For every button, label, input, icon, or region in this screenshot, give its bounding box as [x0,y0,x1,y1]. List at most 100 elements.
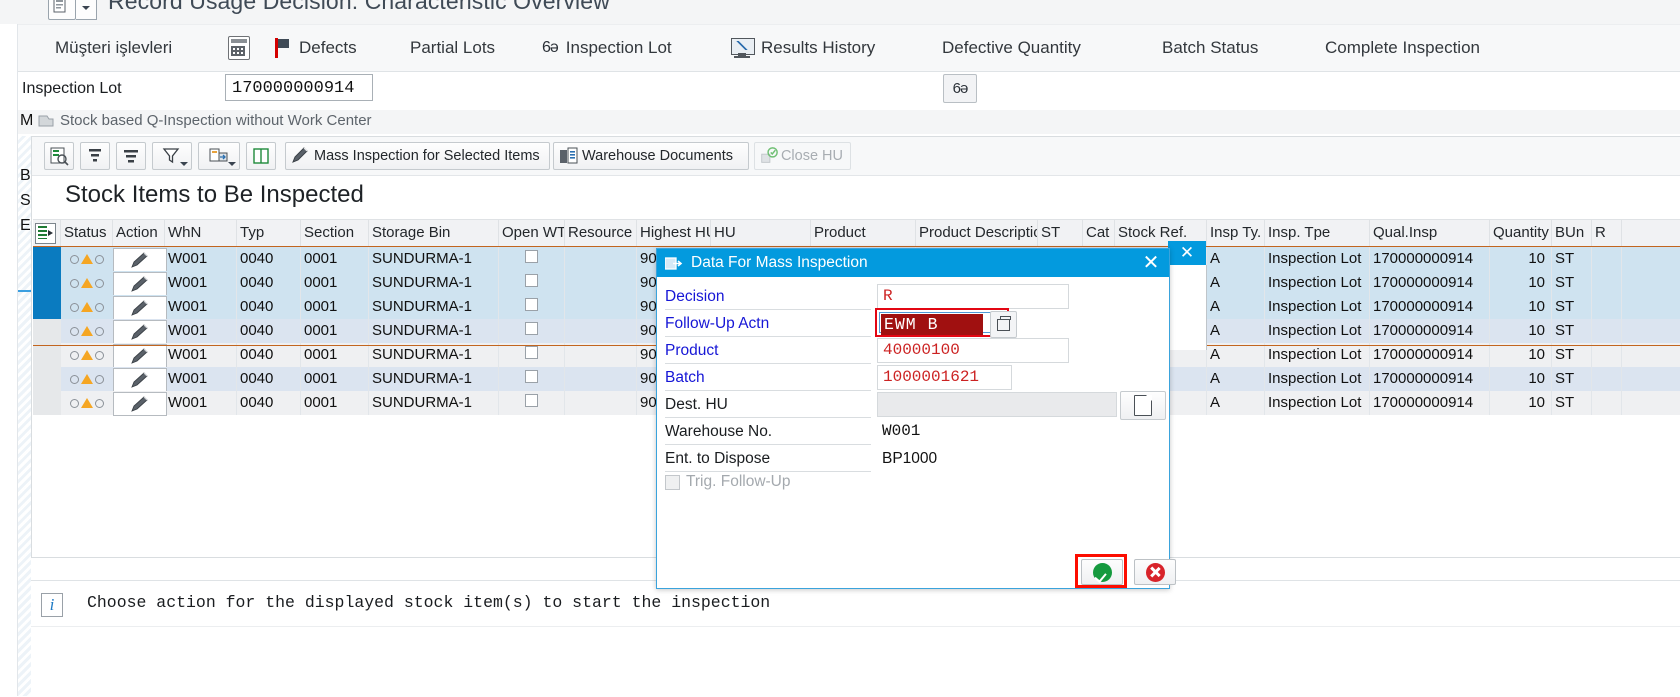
column-header-status[interactable]: Status [61,220,113,246]
row-select-marker[interactable] [33,247,61,271]
mass-inspection-button[interactable]: Mass Inspection for Selected Items [285,142,550,170]
cell-openwt [499,367,565,391]
column-header-whn[interactable]: WhN [165,220,237,246]
cell-section: 0001 [301,367,369,391]
close-hu-button[interactable]: Close HU [754,142,851,170]
column-header-highest[interactable]: Highest HU [637,220,711,246]
dest-hu-label: Dest. HU [665,391,871,418]
inspection-lot-input[interactable]: 170000000914 [225,74,373,101]
column-header-hu[interactable]: HU [711,220,811,246]
menu-item-calculator[interactable] [224,25,254,71]
window-title-bar: Record Usage Decision: Characteristic Ov… [0,0,1680,24]
column-header-r[interactable]: R [1592,220,1622,246]
inspection-lot-glasses-button[interactable]: 6ə [943,74,977,103]
layout-icon-button[interactable] [246,142,276,170]
sort-descending-icon-button[interactable] [116,142,146,170]
column-header-product[interactable]: Product [811,220,916,246]
cell-openwt [499,295,565,319]
open-wt-checkbox[interactable] [525,250,538,263]
chevron-down-icon[interactable] [76,0,97,20]
close-icon[interactable]: ✕ [1141,253,1161,273]
batch-input[interactable]: 1000001621 [877,365,1012,390]
row-select-marker[interactable] [33,391,61,415]
warehouse-documents-button[interactable]: Warehouse Documents [553,142,749,170]
sort-ascending-icon-button[interactable] [80,142,110,170]
row-select-marker[interactable] [33,271,61,295]
column-header-proddesc[interactable]: Product Description [916,220,1038,246]
cell-bin: SUNDURMA-1 [369,391,499,415]
pencil-icon [131,324,148,340]
trigger-follow-up-checkbox[interactable] [665,474,680,490]
open-wt-checkbox[interactable] [525,346,538,359]
value-help-icon[interactable] [990,311,1017,338]
column-header-qualinsp[interactable]: Qual.Insp [1370,220,1490,246]
column-header-action[interactable]: Action [113,220,165,246]
details-icon-button[interactable] [44,142,74,170]
red-cancel-icon [1145,562,1165,582]
dest-hu-input[interactable] [877,392,1117,417]
menu-item-defects[interactable]: Defects [271,25,361,71]
open-wt-checkbox[interactable] [525,394,538,407]
menu-item-complete-inspection[interactable]: Complete Inspection [1321,25,1484,71]
row-select-marker[interactable] [33,343,61,367]
circle-icon [70,254,79,264]
menu-item-batch-status[interactable]: Batch Status [1158,25,1262,71]
column-header-section[interactable]: Section [301,220,369,246]
decision-input[interactable]: R [877,284,1069,309]
status-indicator [63,295,111,319]
cell-inspty: A [1207,319,1265,343]
open-wt-checkbox[interactable] [525,370,538,383]
column-header-st[interactable]: ST [1038,220,1083,246]
column-header-quantity[interactable]: Quantity [1490,220,1552,246]
menu-item-inspection-lot[interactable]: 6ə Inspection Lot [538,25,676,71]
row-edit-button[interactable] [113,296,167,320]
row-select-marker[interactable] [33,319,61,343]
column-header-resource[interactable]: Resource [565,220,637,246]
product-input[interactable]: 40000100 [877,338,1069,363]
cell-whn: W001 [165,319,237,343]
column-header-bun[interactable]: BUn [1552,220,1592,246]
row-edit-button[interactable] [113,320,167,344]
row-select-marker[interactable] [33,295,61,319]
ok-button[interactable] [1081,559,1123,585]
stock-ref-clear-button[interactable]: ✕ [1168,241,1206,265]
menu-item-defective-quantity[interactable]: Defective Quantity [938,25,1085,71]
row-edit-button[interactable] [113,272,167,296]
export-icon-button[interactable] [198,142,240,170]
trigger-follow-up-row[interactable]: Trig. Follow-Up [665,473,791,491]
row-edit-button[interactable] [113,392,167,416]
document-page-icon[interactable] [1120,391,1166,420]
column-header-typ[interactable]: Typ [237,220,301,246]
open-wt-checkbox[interactable] [525,274,538,287]
monitor-icon [731,38,755,58]
pencil-icon [131,252,148,268]
page-title: Record Usage Decision: Characteristic Ov… [108,0,610,14]
cell-bin: SUNDURMA-1 [369,271,499,295]
row-edit-button[interactable] [113,248,167,272]
menu-item-musteri-islevleri[interactable]: Müşteri işlevleri [51,25,176,71]
circle-icon [95,350,104,360]
menu-item-partial-lots[interactable]: Partial Lots [406,25,499,71]
cell-whn: W001 [165,391,237,415]
cell-typ: 0040 [237,247,301,271]
column-header-cat[interactable]: Cat [1083,220,1115,246]
open-wt-checkbox[interactable] [525,298,538,311]
cell-quantity: 10 [1490,367,1552,391]
menu-item-results-history[interactable]: Results History [727,25,879,71]
row-edit-button[interactable] [113,368,167,392]
warning-triangle-icon [81,326,93,336]
column-header-insptpe[interactable]: Insp. Tpe [1265,220,1370,246]
open-wt-checkbox[interactable] [525,322,538,335]
row-select-marker[interactable] [33,367,61,391]
cancel-button[interactable] [1134,559,1176,585]
row-edit-button[interactable] [113,344,167,368]
document-icon[interactable] [48,0,76,20]
follow-up-action-input[interactable]: EWM B [879,312,1005,335]
column-header-bin[interactable]: Storage Bin [369,220,499,246]
cell-bin: SUNDURMA-1 [369,367,499,391]
select-all-column-header[interactable] [33,220,61,246]
column-header-openwt[interactable]: Open WT [499,220,565,246]
filter-icon-button[interactable] [152,142,192,170]
cell-inspty: A [1207,247,1265,271]
column-header-inspty[interactable]: Insp Ty. [1207,220,1265,246]
